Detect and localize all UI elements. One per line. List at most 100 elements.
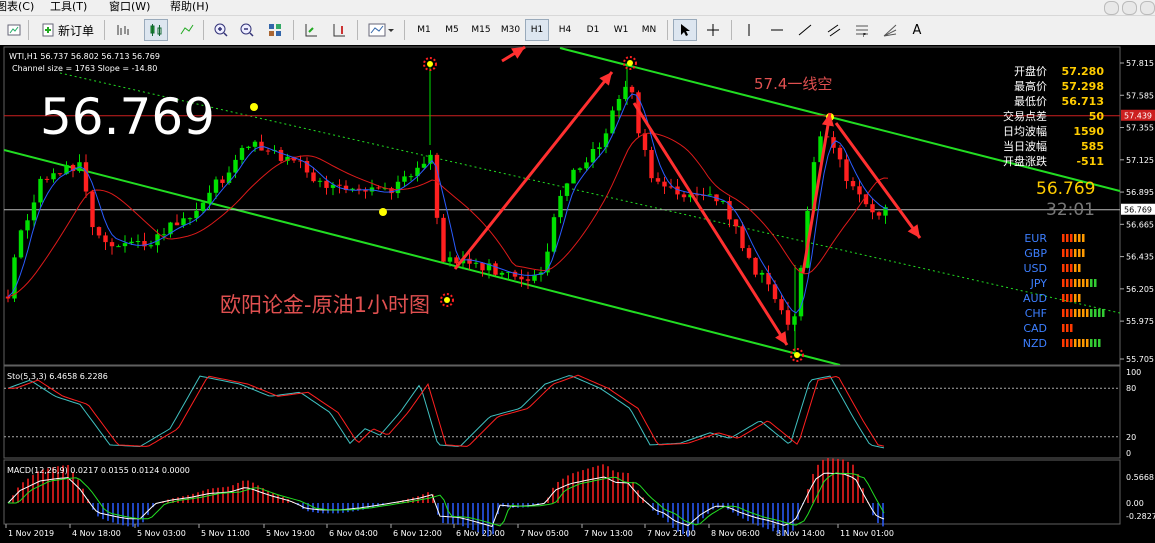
price-label: 57.355 — [1126, 124, 1154, 133]
candle-body — [616, 98, 622, 111]
strength-bar — [1074, 279, 1077, 287]
auto-scroll-icon[interactable] — [300, 19, 322, 41]
tf-w1[interactable]: W1 — [609, 19, 633, 41]
restore-button[interactable] — [1122, 1, 1137, 15]
candle-body — [753, 257, 758, 275]
tf-m15[interactable]: M15 — [468, 19, 494, 41]
text-tool-icon[interactable]: A — [906, 19, 928, 41]
tile-windows-icon[interactable] — [264, 19, 286, 41]
minimize-button[interactable] — [1104, 1, 1119, 15]
macd-axis-label: -0.2827 — [1126, 512, 1155, 521]
bar-chart-icon[interactable] — [112, 19, 134, 41]
candle-body — [103, 235, 108, 243]
candle-body — [441, 217, 446, 262]
candle-body — [129, 241, 134, 244]
strength-bar — [1090, 309, 1093, 317]
stoch-signal-line — [8, 374, 885, 447]
indicators-dropdown[interactable] — [364, 19, 398, 41]
time-label: 7 Nov 13:00 — [584, 529, 633, 538]
menu-help[interactable]: 帮助(H) — [170, 0, 209, 14]
tf-m5[interactable]: M5 — [440, 19, 464, 41]
time-label: 5 Nov 11:00 — [201, 529, 250, 538]
menu-bar: 图表(C) 工具(T) 窗口(W) 帮助(H) — [0, 0, 1155, 16]
stoch-axis-label: 20 — [1126, 433, 1136, 442]
chart-area[interactable]: 57.815 57.585 57.355 57.125 56.895 56.665 56.4… — [0, 45, 1155, 539]
strength-bar — [1078, 339, 1081, 347]
strength-bar — [1062, 279, 1065, 287]
strength-bar — [1074, 249, 1077, 257]
strength-bar — [1070, 294, 1073, 302]
strength-bar — [1074, 234, 1077, 242]
candle-body — [564, 183, 570, 196]
candle-body — [395, 181, 401, 194]
vertical-line-icon[interactable] — [738, 19, 760, 41]
candle-body — [571, 169, 576, 184]
horizontal-line-icon[interactable] — [766, 19, 788, 41]
candle-body — [629, 86, 635, 93]
close-button[interactable] — [1140, 1, 1155, 15]
candle-body — [642, 133, 648, 150]
new-order-button[interactable]: 新订单 — [34, 19, 100, 41]
tf-mn[interactable]: MN — [637, 19, 661, 41]
zoom-out-icon[interactable] — [236, 19, 258, 41]
candlestick-icon[interactable] — [144, 19, 168, 41]
time-label: 6 Nov 12:00 — [393, 529, 442, 538]
cursor-icon[interactable] — [673, 19, 697, 41]
candle-body — [194, 210, 199, 219]
tf-h4[interactable]: H4 — [553, 19, 577, 41]
strength-bar — [1062, 339, 1065, 347]
chart-shift-icon[interactable] — [328, 19, 350, 41]
strength-bar — [1082, 249, 1085, 257]
chart-canvas: 57.815 57.585 57.355 57.125 56.895 56.665 56.4… — [3, 45, 1155, 538]
trend-line-icon[interactable] — [794, 19, 816, 41]
candle-body — [584, 162, 589, 169]
time-label: 7 Nov 05:00 — [520, 529, 569, 538]
menu-window[interactable]: 窗口(W) — [109, 0, 150, 14]
tf-m1[interactable]: M1 — [412, 19, 436, 41]
candle-body — [187, 218, 193, 220]
tf-d1[interactable]: D1 — [581, 19, 605, 41]
strength-bar — [1074, 309, 1077, 317]
annotation-main: 欧阳论金-原油1小时图 — [220, 293, 430, 317]
strength-bar — [1082, 234, 1085, 242]
candle-body — [220, 179, 225, 183]
marker-dot — [794, 352, 800, 358]
menu-chart[interactable]: 图表(C) — [0, 0, 34, 14]
strength-bar — [1074, 339, 1077, 347]
fibonacci-icon[interactable]: F — [850, 19, 874, 41]
strength-bar — [1086, 339, 1089, 347]
candle-body — [363, 190, 368, 192]
equidistant-channel-icon[interactable] — [822, 19, 846, 41]
strength-bar — [1070, 324, 1073, 332]
candle-body — [324, 180, 329, 188]
strength-bar — [1078, 279, 1081, 287]
candle-body — [135, 241, 141, 243]
candle-body — [649, 149, 654, 179]
candle-body — [311, 172, 316, 182]
strength-bar — [1098, 339, 1101, 347]
strength-bar — [1070, 234, 1073, 242]
zoom-in-icon[interactable] — [210, 19, 232, 41]
strength-bar — [1062, 309, 1065, 317]
strength-bar — [1102, 309, 1105, 317]
candle-body — [239, 147, 245, 160]
strength-bar — [1070, 249, 1073, 257]
candle-body — [337, 184, 342, 186]
candle-body — [551, 217, 557, 252]
menu-tools[interactable]: 工具(T) — [50, 0, 87, 14]
candle-body — [590, 149, 596, 163]
candle-body — [31, 202, 37, 221]
chart-info-line: WTI,H1 56.737 56.802 56.713 56.769 — [9, 52, 160, 61]
strength-bar — [1066, 279, 1069, 287]
candle-body — [558, 195, 563, 218]
candle-body — [655, 178, 661, 182]
new-chart-icon[interactable] — [4, 19, 24, 41]
candle-body — [246, 146, 251, 148]
fibonacci-fan-icon[interactable] — [878, 19, 902, 41]
tf-m30[interactable]: M30 — [497, 19, 524, 41]
tf-h1[interactable]: H1 — [525, 19, 549, 41]
candle-body — [837, 147, 843, 160]
time-label: 1 Nov 2019 — [8, 529, 54, 538]
crosshair-icon[interactable] — [701, 19, 725, 41]
line-chart-icon[interactable] — [176, 19, 198, 41]
